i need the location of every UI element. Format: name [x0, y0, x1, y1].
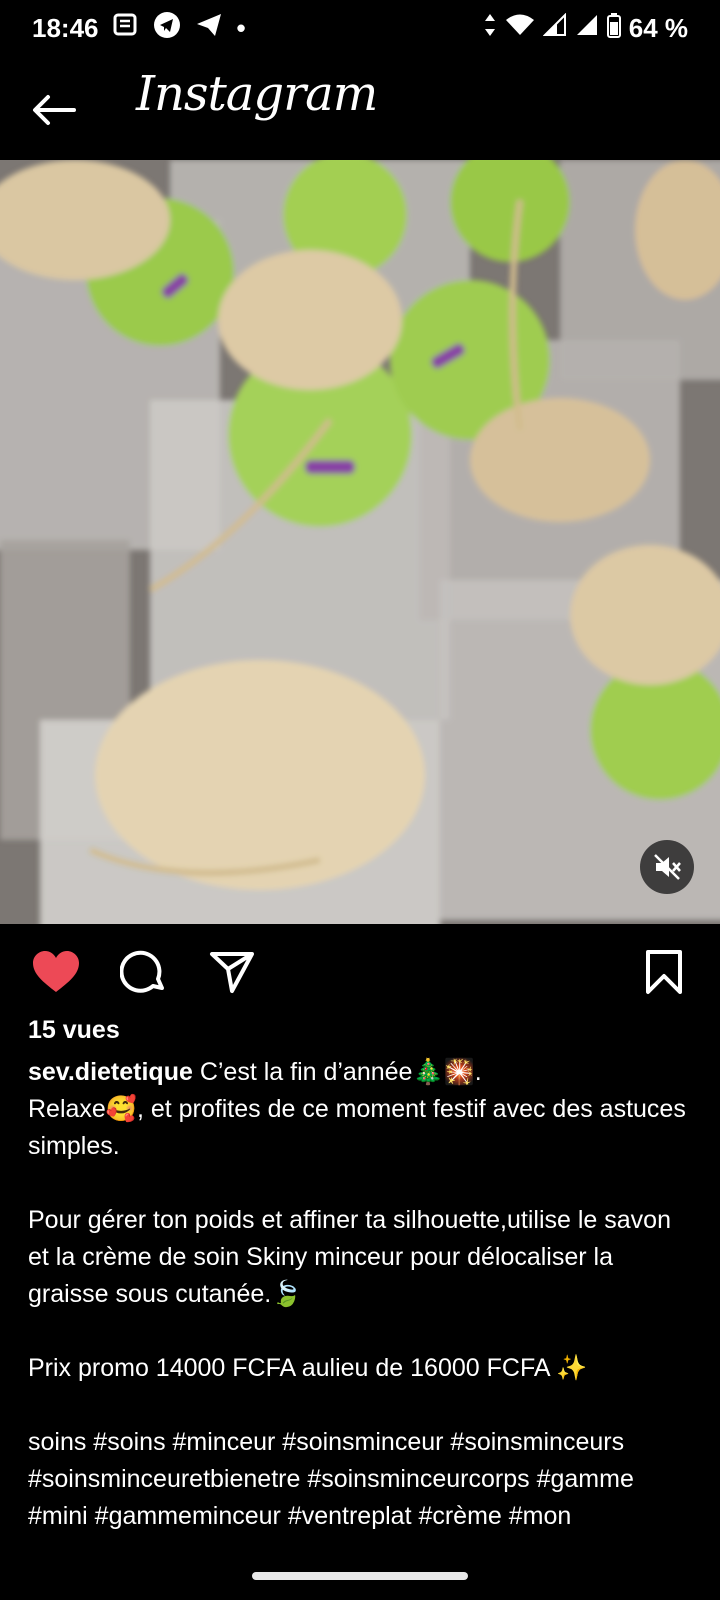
view-count: 15 vues: [28, 1016, 120, 1044]
notification-dot: •: [236, 12, 246, 43]
post-caption: sev.dietetique C’est la fin d’année🎄🎇. R…: [28, 1054, 696, 1550]
comment-icon: [120, 950, 164, 993]
bookmark-icon: [646, 950, 682, 994]
like-button[interactable]: [28, 944, 84, 1000]
app-bar: Instagram: [0, 56, 720, 160]
send-icon: [195, 12, 223, 45]
arrow-left-icon: [33, 95, 76, 125]
caption-text: C’est la fin d’année🎄🎇. Relaxe🥰, et prof…: [28, 1058, 686, 1530]
telegram-icon: [153, 11, 181, 46]
muted-speaker-icon: [654, 854, 681, 880]
signal-icon: [575, 13, 599, 44]
clock: 18:46: [32, 12, 99, 43]
share-button[interactable]: [204, 944, 260, 1000]
page-title: Instagram: [136, 66, 378, 122]
username-link[interactable]: sev.dietetique: [28, 1058, 193, 1086]
save-button[interactable]: [636, 944, 692, 1000]
data-arrows-icon: [483, 12, 497, 45]
battery-icon: [606, 12, 621, 45]
status-right: 64 %: [483, 12, 688, 45]
status-left: 18:46 •: [32, 11, 246, 46]
back-button[interactable]: [28, 84, 80, 136]
post-actions: [0, 940, 720, 1004]
video-frame-image: [0, 160, 720, 924]
battery-level: 64 %: [628, 12, 688, 43]
wifi-icon: [505, 13, 535, 44]
home-indicator[interactable]: [252, 1572, 468, 1580]
heart-filled-icon: [33, 951, 79, 992]
status-bar: 18:46 • 64 %: [0, 0, 720, 56]
send-icon: [210, 952, 254, 993]
signal-icon: [542, 12, 567, 44]
comment-button[interactable]: [116, 944, 172, 1000]
news-icon: [113, 12, 139, 45]
mute-button[interactable]: [640, 840, 694, 894]
post-video[interactable]: [0, 160, 720, 924]
